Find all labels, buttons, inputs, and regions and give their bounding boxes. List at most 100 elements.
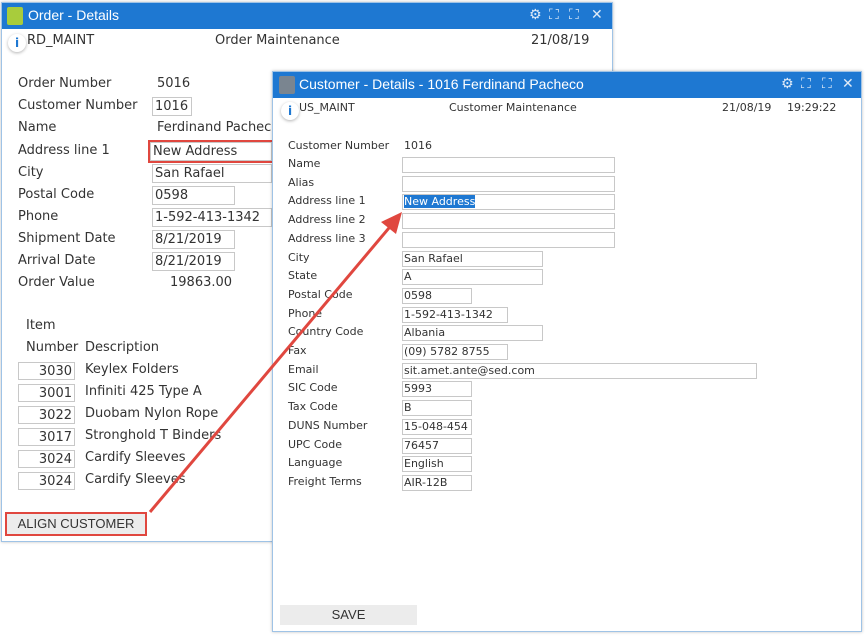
order-field-label: Order Number xyxy=(18,76,112,91)
order-field-value: 5016 xyxy=(157,76,191,91)
customer-field-input[interactable]: 0598 xyxy=(402,287,472,304)
items-header-number: Number xyxy=(26,340,79,355)
order-field-label: Shipment Date xyxy=(18,231,116,246)
customer-field-label: Address line 1 xyxy=(288,194,366,208)
customer-field-input[interactable]: 15-048-454 xyxy=(402,418,472,435)
customer-subtitle: Customer Maintenance xyxy=(449,101,577,114)
order-window-title: Order - Details xyxy=(28,7,120,23)
customer-field-label: Tax Code xyxy=(288,400,338,414)
customer-field-input[interactable]: English xyxy=(402,456,472,473)
item-number-input[interactable]: 3024 xyxy=(18,472,75,490)
customer-field-label: SIC Code xyxy=(288,381,338,395)
order-field-label: Address line 1 xyxy=(18,143,110,158)
customer-field-label: Language xyxy=(288,456,343,470)
customer-field-label: Country Code xyxy=(288,325,364,339)
align-customer-button[interactable]: ALIGN CUSTOMER xyxy=(5,512,147,536)
customer-titlebar[interactable]: Customer - Details - 1016 Ferdinand Pach… xyxy=(273,72,861,98)
item-number-input[interactable]: 3022 xyxy=(18,406,75,424)
item-description: Infiniti 425 Type A xyxy=(85,384,202,399)
customer-field-input[interactable]: B xyxy=(402,400,472,417)
customer-field-input[interactable]: San Rafael xyxy=(402,250,543,267)
customer-field-label: Phone xyxy=(288,306,323,320)
customer-field-label: Email xyxy=(288,362,319,376)
customer-field-input[interactable]: 5993 xyxy=(402,381,472,398)
order-subtitle: Order Maintenance xyxy=(215,33,340,48)
order-field-input[interactable]: San Rafael xyxy=(152,164,272,183)
order-titlebar[interactable]: Order - Details ⚙ ⛶ ⛶ ✕ xyxy=(2,3,612,29)
customer-field-label: Address line 2 xyxy=(288,213,366,227)
order-field-input[interactable]: New Address xyxy=(148,140,274,163)
customer-number-value: 1016 xyxy=(404,139,432,152)
items-header-item: Item xyxy=(26,318,56,333)
item-description: Cardify Sleeves xyxy=(85,450,186,465)
order-field-input[interactable]: 8/21/2019 xyxy=(152,252,235,271)
order-field-label: Order Value xyxy=(18,275,95,290)
close-icon[interactable]: ✕ xyxy=(591,7,603,23)
order-field-input[interactable]: 0598 xyxy=(152,186,235,205)
restore-icon[interactable]: ⛶ xyxy=(801,76,811,92)
clipboard-icon xyxy=(7,7,23,25)
customer-field-label: State xyxy=(288,269,318,283)
order-field-value: Ferdinand Pacheco xyxy=(157,120,280,135)
customer-details-window: Customer - Details - 1016 Ferdinand Pach… xyxy=(272,71,862,632)
item-number-input[interactable]: 3017 xyxy=(18,428,75,446)
customer-field-label: Name xyxy=(288,157,321,170)
order-field-label: Phone xyxy=(18,209,59,224)
maximize-icon[interactable]: ⛶ xyxy=(822,76,832,92)
customer-window-title: Customer - Details - 1016 Ferdinand Pach… xyxy=(299,76,584,92)
customer-field-label: Alias xyxy=(288,175,315,189)
customer-program: US_MAINT xyxy=(299,101,355,114)
selected-text: New Address xyxy=(404,195,476,209)
item-description: Stronghold T Binders xyxy=(85,428,222,443)
customer-field-input[interactable] xyxy=(402,157,615,173)
customer-field-label: UPC Code xyxy=(288,437,343,451)
maximize-icon[interactable]: ⛶ xyxy=(569,7,579,23)
customer-field-input[interactable]: 1-592-413-1342 xyxy=(402,306,508,323)
order-field-label: Customer Number xyxy=(18,98,138,113)
customer-time: 19:29:22 xyxy=(787,101,837,114)
customer-field-input[interactable] xyxy=(402,231,615,248)
order-field-label: Arrival Date xyxy=(18,253,96,268)
order-date: 21/08/19 xyxy=(531,33,590,48)
gear-icon[interactable]: ⚙ xyxy=(529,7,542,23)
item-description: Keylex Folders xyxy=(85,362,179,377)
item-number-input[interactable]: 3001 xyxy=(18,384,75,402)
customer-field-label: Postal Code xyxy=(288,287,353,301)
item-number-input[interactable]: 3030 xyxy=(18,362,75,380)
item-description: Cardify Sleeves xyxy=(85,472,186,487)
customer-date: 21/08/19 xyxy=(722,101,772,114)
customer-field-input[interactable] xyxy=(402,213,615,230)
customer-field-label: Freight Terms xyxy=(288,474,362,488)
customer-field-input[interactable]: A xyxy=(402,269,543,286)
info-icon[interactable]: i xyxy=(281,102,299,120)
customer-field-label: DUNS Number xyxy=(288,418,368,432)
save-button[interactable]: SAVE xyxy=(280,605,417,625)
customer-number-label: Customer Number xyxy=(288,139,390,152)
customer-icon xyxy=(279,76,295,94)
order-field-input[interactable]: 1016 xyxy=(152,97,192,116)
items-header-description: Description xyxy=(85,340,160,355)
order-field-input[interactable]: 1-592-413-1342 xyxy=(152,208,272,227)
customer-field-input[interactable]: (09) 5782 8755 xyxy=(402,344,508,360)
customer-field-label: City xyxy=(288,250,310,264)
customer-field-input[interactable]: Albania xyxy=(402,325,543,342)
close-icon[interactable]: ✕ xyxy=(842,76,854,92)
order-program: RD_MAINT xyxy=(27,33,95,48)
customer-field-input[interactable]: 76457 xyxy=(402,437,472,454)
restore-icon[interactable]: ⛶ xyxy=(549,7,559,23)
order-field-input[interactable]: 8/21/2019 xyxy=(152,230,235,249)
customer-field-label: Fax xyxy=(288,344,307,357)
customer-field-input[interactable]: AIR-12B xyxy=(402,474,472,491)
gear-icon[interactable]: ⚙ xyxy=(781,76,794,92)
order-field-label: Name xyxy=(18,120,57,135)
customer-field-input[interactable] xyxy=(402,175,615,192)
customer-field-label: Address line 3 xyxy=(288,231,366,245)
item-number-input[interactable]: 3024 xyxy=(18,450,75,468)
order-field-value: 19863.00 xyxy=(170,275,233,290)
item-description: Duobam Nylon Rope xyxy=(85,406,219,421)
customer-field-input[interactable]: New Address xyxy=(402,194,615,211)
order-field-label: City xyxy=(18,165,44,180)
order-field-label: Postal Code xyxy=(18,187,95,202)
customer-field-input[interactable]: sit.amet.ante@sed.com xyxy=(402,362,757,379)
info-icon[interactable]: i xyxy=(8,34,26,52)
